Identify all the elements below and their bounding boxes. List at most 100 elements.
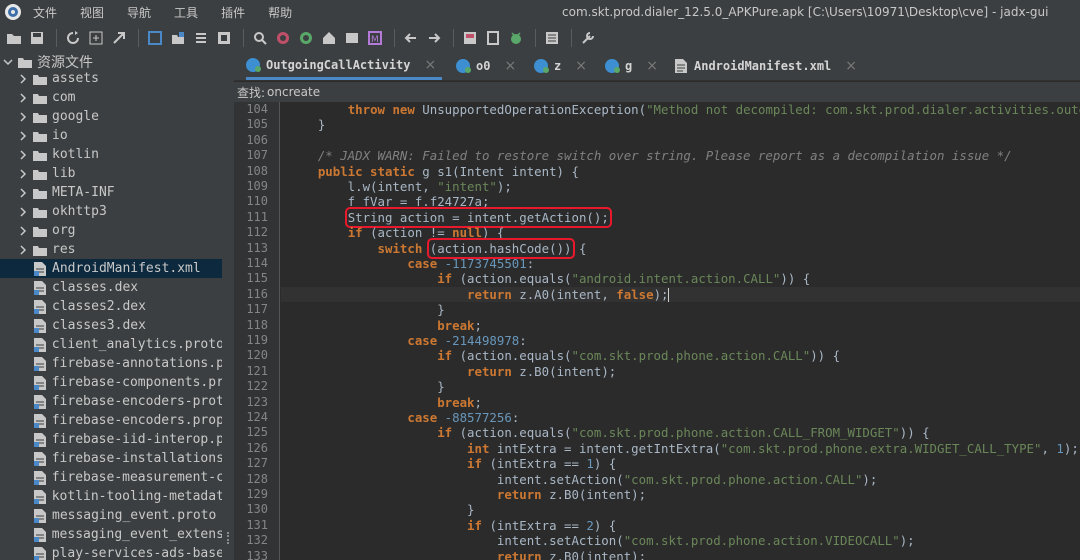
find-usage-icon[interactable] [296, 28, 316, 48]
tree-file-item[interactable]: messaging_event_extens [0, 525, 222, 544]
code-line[interactable]: switch (action.hashCode()) { [288, 237, 586, 259]
decompile-icon[interactable] [483, 28, 503, 48]
tree-file-item[interactable]: play-services-ads-base [0, 544, 222, 560]
save-icon[interactable] [27, 28, 47, 48]
close-icon[interactable]: × [646, 58, 658, 74]
code-line[interactable]: int intExtra = intent.getIntExtra("com.s… [288, 441, 1079, 456]
open-icon[interactable] [4, 28, 24, 48]
code-line[interactable]: break; [288, 395, 482, 410]
chevron-right-icon[interactable] [17, 168, 29, 180]
chevron-right-icon[interactable] [17, 111, 29, 123]
forward-icon[interactable] [424, 28, 444, 48]
quark-icon[interactable] [460, 28, 480, 48]
chevron-right-icon[interactable] [17, 149, 29, 161]
tree-folder-item[interactable]: org [0, 221, 222, 240]
code-line[interactable]: String action = intent.getAction(); [288, 206, 612, 228]
tree-file-item[interactable]: classes2.dex [0, 297, 222, 316]
log-icon[interactable] [342, 28, 362, 48]
chevron-right-icon[interactable] [17, 187, 29, 199]
code-line[interactable]: /* JADX WARN: Failed to restore switch o… [288, 148, 1012, 163]
code-line[interactable]: if (intExtra == 2) { [288, 518, 616, 533]
tree-folder-item[interactable]: kotlin [0, 145, 222, 164]
code-line[interactable]: if (intExtra == 1) { [288, 456, 616, 471]
close-icon[interactable]: × [425, 57, 437, 73]
tree-file-item[interactable]: firebase-encoders-prot [0, 392, 222, 411]
menu-navigation[interactable]: 导航 [127, 4, 151, 21]
code-line[interactable]: public static g s1(Intent intent) { [288, 164, 579, 179]
chevron-right-icon[interactable] [17, 130, 29, 142]
chevron-down-icon[interactable] [2, 56, 14, 68]
close-icon[interactable]: × [575, 58, 587, 74]
tree-file-item[interactable]: firebase-components.pr [0, 373, 222, 392]
smali-icon[interactable]: M [365, 28, 385, 48]
find-class-icon[interactable] [273, 28, 293, 48]
tree-file-item[interactable]: firebase-installations [0, 449, 222, 468]
code-editor[interactable]: 104 105 106 107 108 109 110 111 112 113 114 115 116 1… [234, 102, 1080, 560]
close-icon[interactable]: × [845, 58, 857, 74]
chevron-right-icon[interactable] [17, 92, 29, 104]
log-viewer-icon[interactable] [542, 28, 562, 48]
search-input[interactable] [267, 83, 568, 101]
tree-file-item[interactable]: firebase-measurement-c [0, 468, 222, 487]
tree-file-item[interactable]: AndroidManifest.xml [0, 259, 222, 278]
code-line[interactable]: case -88577256: [288, 410, 519, 425]
sync-icon[interactable] [63, 28, 83, 48]
code-line[interactable]: if (action.equals("com.skt.prod.phone.ac… [288, 425, 929, 440]
code-line[interactable]: l.w(intent, "intent"); [288, 179, 512, 194]
code-line[interactable]: } [288, 302, 444, 317]
tree-folder-item[interactable]: res [0, 240, 222, 259]
code-line[interactable]: case -214498978: [288, 333, 526, 348]
menu-help[interactable]: 帮助 [268, 4, 292, 21]
code-line[interactable]: } [288, 379, 444, 394]
code-line[interactable]: if (action != null) { [288, 225, 505, 240]
tab-androidmanifest[interactable]: AndroidManifest.xml × [674, 52, 864, 80]
code-line[interactable]: return z.B0(intent); [288, 487, 646, 502]
tree-file-item[interactable]: messaging_event.proto [0, 506, 222, 525]
tree-file-item[interactable]: classes.dex [0, 278, 222, 297]
code-line[interactable]: f fVar = f.f24727a; [288, 194, 490, 209]
code-line[interactable]: intent.setAction("com.skt.prod.phone.act… [288, 472, 877, 487]
tree-folder-item[interactable]: META-INF [0, 183, 222, 202]
tree-folder-item[interactable]: lib [0, 164, 222, 183]
code-line[interactable]: intent.setAction("com.skt.prod.phone.act… [288, 533, 915, 548]
code-line[interactable]: break; [288, 318, 482, 333]
code-line[interactable]: return z.A0(intent, false); [288, 287, 670, 303]
chevron-right-icon[interactable] [17, 73, 29, 85]
menu-tools[interactable]: 工具 [174, 4, 198, 21]
tab-o0[interactable]: o0 × [456, 52, 526, 80]
code-line[interactable]: case -1173745501: [288, 256, 534, 271]
chevron-right-icon[interactable] [17, 206, 29, 218]
settings-icon[interactable] [578, 28, 598, 48]
code-line[interactable]: throw new UnsupportedOperationException(… [288, 102, 1080, 117]
code-line[interactable]: if (action.equals("android.intent.action… [288, 271, 810, 286]
chevron-right-icon[interactable] [17, 244, 29, 256]
panel-splitter[interactable] [222, 52, 234, 560]
navigate-icon[interactable] [145, 28, 165, 48]
tree-folder-item[interactable]: com [0, 88, 222, 107]
code-line[interactable]: if (action.equals("com.skt.prod.phone.ac… [288, 348, 840, 363]
code-line[interactable]: return z.B0(intent); [288, 364, 616, 379]
menu-plugins[interactable]: 插件 [221, 4, 245, 21]
chevron-right-icon[interactable] [17, 225, 29, 237]
close-icon[interactable]: × [504, 58, 516, 74]
code-line[interactable]: } [288, 502, 474, 517]
code-line[interactable]: } [288, 117, 325, 132]
package-icon[interactable] [168, 28, 188, 48]
structure-icon[interactable] [191, 28, 211, 48]
splitter-grip[interactable] [227, 532, 229, 544]
tree-folder-item[interactable]: okhttp3 [0, 202, 222, 221]
tree-file-item[interactable]: firebase-annotations.p [0, 354, 222, 373]
tree-file-item[interactable]: firebase-iid-interop.p [0, 430, 222, 449]
search-icon[interactable] [250, 28, 270, 48]
tab-outgoingcallactivity[interactable]: OutgoingCallActivity × [246, 52, 442, 80]
tree-folder-item[interactable]: google [0, 107, 222, 126]
tree-file-item[interactable]: client_analytics.proto [0, 335, 222, 354]
tree-file-item[interactable]: firebase-encoders.prop [0, 411, 222, 430]
tab-g[interactable]: g × [605, 52, 667, 80]
code-line[interactable]: return z.B0(intent); [288, 549, 646, 560]
menu-view[interactable]: 视图 [80, 4, 104, 21]
back-icon[interactable] [401, 28, 421, 48]
expand-icon[interactable] [86, 28, 106, 48]
tree-folder-item[interactable]: io [0, 126, 222, 145]
home-icon[interactable] [319, 28, 339, 48]
